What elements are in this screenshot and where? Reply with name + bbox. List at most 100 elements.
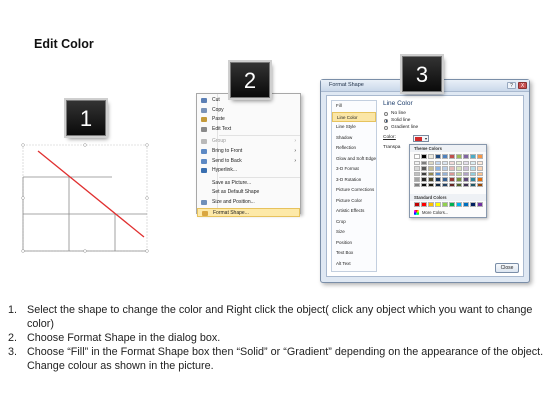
color-swatch[interactable] xyxy=(463,202,469,207)
color-swatch[interactable] xyxy=(421,166,427,171)
color-swatch[interactable] xyxy=(463,160,469,165)
color-swatch[interactable] xyxy=(449,202,455,207)
nav-item-picture-corrections[interactable]: Picture Corrections xyxy=(332,185,376,196)
nav-item-artistic-effects[interactable]: Artistic Effects xyxy=(332,206,376,217)
nav-item-alt-text[interactable]: Alt Text xyxy=(332,259,376,270)
option-solid-line[interactable]: Solid line xyxy=(383,117,519,124)
color-swatch[interactable] xyxy=(442,166,448,171)
color-swatch[interactable] xyxy=(456,166,462,171)
color-swatch[interactable] xyxy=(435,177,441,182)
color-swatch[interactable] xyxy=(428,160,434,165)
color-swatch[interactable] xyxy=(463,171,469,176)
color-swatch[interactable] xyxy=(428,202,434,207)
color-swatch[interactable] xyxy=(435,166,441,171)
menu-item-copy[interactable]: Copy xyxy=(197,106,300,116)
color-swatch[interactable] xyxy=(456,182,462,187)
color-swatch[interactable] xyxy=(442,177,448,182)
color-swatch[interactable] xyxy=(463,177,469,182)
color-swatch[interactable] xyxy=(449,182,455,187)
color-swatch[interactable] xyxy=(414,154,420,159)
more-colors-item[interactable]: More Colors... xyxy=(414,209,448,216)
color-swatch[interactable] xyxy=(477,166,483,171)
nav-item-crop[interactable]: Crop xyxy=(332,217,376,228)
nav-item-line-style[interactable]: Line Style xyxy=(332,122,376,133)
color-swatch[interactable] xyxy=(428,154,434,159)
color-swatch[interactable] xyxy=(449,166,455,171)
close-button[interactable]: Close xyxy=(495,263,519,273)
color-swatch[interactable] xyxy=(456,154,462,159)
color-swatch[interactable] xyxy=(449,160,455,165)
option-gradient-line[interactable]: Gradient line xyxy=(383,124,519,131)
nav-item-text-box[interactable]: Text Box xyxy=(332,248,376,259)
nav-item-line-color[interactable]: Line Color xyxy=(332,111,376,122)
color-swatch[interactable] xyxy=(428,177,434,182)
color-swatch[interactable] xyxy=(442,160,448,165)
color-swatch[interactable] xyxy=(414,166,420,171)
color-swatch[interactable] xyxy=(477,154,483,159)
menu-item-format-shape[interactable]: Format Shape... xyxy=(197,207,300,218)
menu-item-save-as-picture[interactable]: Save as Picture... xyxy=(197,179,300,189)
color-swatch[interactable] xyxy=(421,202,427,207)
color-swatch[interactable] xyxy=(470,182,476,187)
color-picker-button[interactable]: ▾ xyxy=(413,134,429,142)
color-swatch[interactable] xyxy=(463,154,469,159)
color-swatch[interactable] xyxy=(435,154,441,159)
radio-button[interactable] xyxy=(384,125,388,130)
color-swatch[interactable] xyxy=(442,171,448,176)
close-window-button[interactable]: X xyxy=(518,82,527,89)
nav-item-position[interactable]: Position xyxy=(332,238,376,249)
color-swatch[interactable] xyxy=(456,171,462,176)
color-swatch[interactable] xyxy=(421,182,427,187)
color-swatch[interactable] xyxy=(414,160,420,165)
color-swatch[interactable] xyxy=(449,154,455,159)
nav-item-size[interactable]: Size xyxy=(332,227,376,238)
color-swatch[interactable] xyxy=(414,177,420,182)
color-swatch[interactable] xyxy=(477,182,483,187)
color-swatch[interactable] xyxy=(428,182,434,187)
color-swatch[interactable] xyxy=(456,160,462,165)
color-swatch[interactable] xyxy=(414,171,420,176)
color-swatch[interactable] xyxy=(442,154,448,159)
color-swatch[interactable] xyxy=(470,202,476,207)
color-swatch[interactable] xyxy=(477,171,483,176)
color-swatch[interactable] xyxy=(477,177,483,182)
menu-item-size-and-position[interactable]: Size and Position... xyxy=(197,198,300,208)
menu-item-bring-to-front[interactable]: Bring to Front › xyxy=(197,147,300,157)
option-no-line[interactable]: No line xyxy=(383,110,519,117)
color-swatch[interactable] xyxy=(470,177,476,182)
shape-drawing[interactable] xyxy=(20,141,150,256)
color-swatch[interactable] xyxy=(414,182,420,187)
nav-item-3-d-format[interactable]: 3-D Format xyxy=(332,164,376,175)
color-swatch[interactable] xyxy=(435,202,441,207)
color-swatch[interactable] xyxy=(442,182,448,187)
nav-item-fill[interactable]: Fill xyxy=(332,101,376,112)
radio-button[interactable] xyxy=(384,118,388,123)
color-swatch[interactable] xyxy=(470,154,476,159)
color-swatch[interactable] xyxy=(477,160,483,165)
nav-item-shadow[interactable]: Shadow xyxy=(332,133,376,144)
menu-item-send-to-back[interactable]: Send to Back › xyxy=(197,157,300,167)
menu-item-paste[interactable]: Paste xyxy=(197,115,300,125)
color-swatch[interactable] xyxy=(470,160,476,165)
color-swatch[interactable] xyxy=(421,160,427,165)
color-swatch[interactable] xyxy=(435,160,441,165)
color-swatch[interactable] xyxy=(421,154,427,159)
color-swatch[interactable] xyxy=(477,202,483,207)
color-swatch[interactable] xyxy=(428,171,434,176)
menu-item-edit-text[interactable]: Edit Text xyxy=(197,125,300,135)
color-swatch[interactable] xyxy=(414,202,420,207)
color-swatch[interactable] xyxy=(449,171,455,176)
nav-item-3-d-rotation[interactable]: 3-D Rotation xyxy=(332,175,376,186)
menu-item-set-as-default-shape[interactable]: Set as Default Shape xyxy=(197,188,300,198)
color-swatch[interactable] xyxy=(421,171,427,176)
color-swatch[interactable] xyxy=(421,177,427,182)
color-swatch[interactable] xyxy=(449,177,455,182)
nav-item-reflection[interactable]: Reflection xyxy=(332,143,376,154)
color-swatch[interactable] xyxy=(463,182,469,187)
color-swatch[interactable] xyxy=(442,202,448,207)
color-swatch[interactable] xyxy=(435,182,441,187)
color-swatch[interactable] xyxy=(428,166,434,171)
help-button[interactable]: ? xyxy=(507,82,516,89)
color-swatch[interactable] xyxy=(463,166,469,171)
color-swatch[interactable] xyxy=(456,202,462,207)
